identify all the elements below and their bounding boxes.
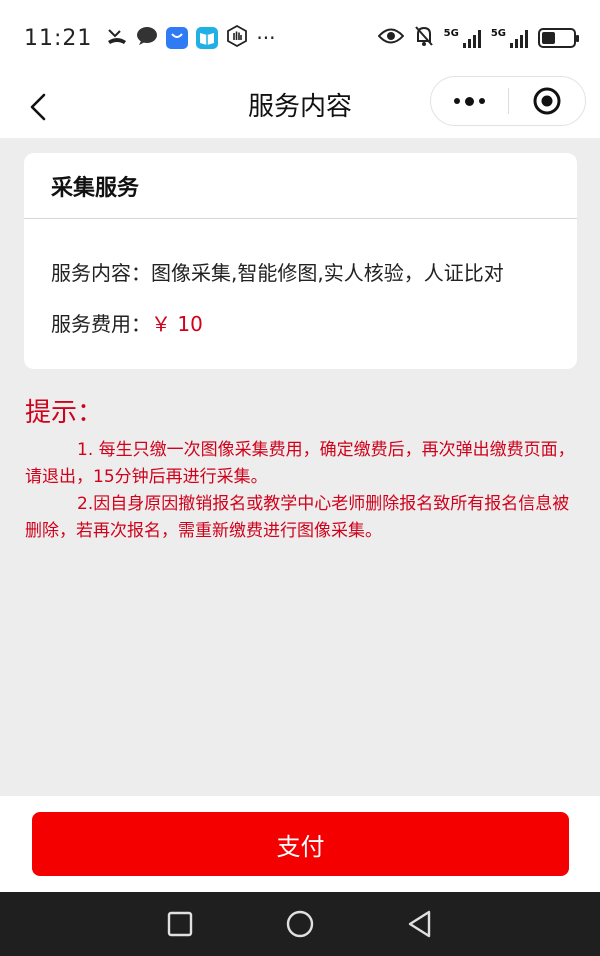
tips-title: 提示： bbox=[25, 398, 104, 428]
pay-button[interactable]: 支付 bbox=[32, 812, 569, 876]
service-content-row: 服务内容：图像采集,智能修图,实人核验，人证比对 bbox=[51, 257, 504, 286]
chat-bubble-icon bbox=[136, 26, 158, 50]
signal-icon-sim2: 5G bbox=[491, 28, 528, 48]
system-nav-bar bbox=[0, 892, 600, 956]
hand-icon bbox=[226, 24, 248, 51]
tip-item: 1. 每生只缴一次图像采集费用，确定缴费后，再次弹出缴费页面，请退出，15分钟后… bbox=[25, 440, 575, 487]
card-title: 采集服务 bbox=[24, 153, 577, 219]
store-app-icon bbox=[166, 27, 189, 49]
service-fee-value: ￥ 10 bbox=[151, 312, 203, 336]
book-app-icon bbox=[196, 27, 219, 49]
triangle-back-icon bbox=[408, 910, 431, 938]
more-dot-icon bbox=[454, 98, 460, 104]
service-fee-row: 服务费用：￥ 10 bbox=[51, 308, 203, 337]
service-fee-label: 服务费用： bbox=[51, 312, 151, 336]
more-dot-icon bbox=[479, 98, 485, 104]
target-close-icon bbox=[533, 87, 561, 115]
status-bar: 11:21 ··· 5G 5G bbox=[0, 0, 600, 76]
more-notifications-icon: ··· bbox=[256, 26, 276, 50]
battery-icon bbox=[538, 28, 579, 48]
recent-apps-button[interactable] bbox=[160, 904, 200, 944]
signal-icon-sim1: 5G bbox=[444, 28, 481, 48]
square-icon bbox=[167, 911, 193, 937]
service-content-value: 图像采集,智能修图,实人核验，人证比对 bbox=[151, 261, 504, 285]
circle-icon bbox=[286, 910, 314, 938]
battery-fill bbox=[542, 32, 555, 44]
mute-bell-icon bbox=[414, 25, 434, 51]
system-back-button[interactable] bbox=[400, 904, 440, 944]
mini-program-capsule bbox=[430, 76, 586, 126]
status-time: 11:21 bbox=[24, 25, 93, 51]
system-status-icons: 5G 5G bbox=[377, 25, 579, 51]
tips-section: 提示： 1. 每生只缴一次图像采集费用，确定缴费后，再次弹出缴费页面，请退出，1… bbox=[25, 392, 580, 545]
notification-icons: ··· bbox=[106, 24, 276, 51]
tip-item: 2.因自身原因撤销报名或教学中心老师删除报名致所有报名信息被删除，若再次报名，需… bbox=[25, 494, 570, 541]
missed-call-icon bbox=[106, 26, 128, 50]
close-mini-program-button[interactable] bbox=[509, 77, 585, 125]
service-card: 采集服务 服务内容：图像采集,智能修图,实人核验，人证比对 服务费用：￥ 10 bbox=[24, 153, 577, 369]
more-button[interactable] bbox=[431, 77, 508, 125]
more-dot-icon bbox=[465, 96, 474, 106]
service-content-label: 服务内容： bbox=[51, 261, 151, 285]
home-button[interactable] bbox=[280, 904, 320, 944]
eye-icon bbox=[377, 27, 405, 49]
footer: 支付 bbox=[0, 796, 600, 892]
nav-bar: 服务内容 bbox=[0, 76, 600, 138]
